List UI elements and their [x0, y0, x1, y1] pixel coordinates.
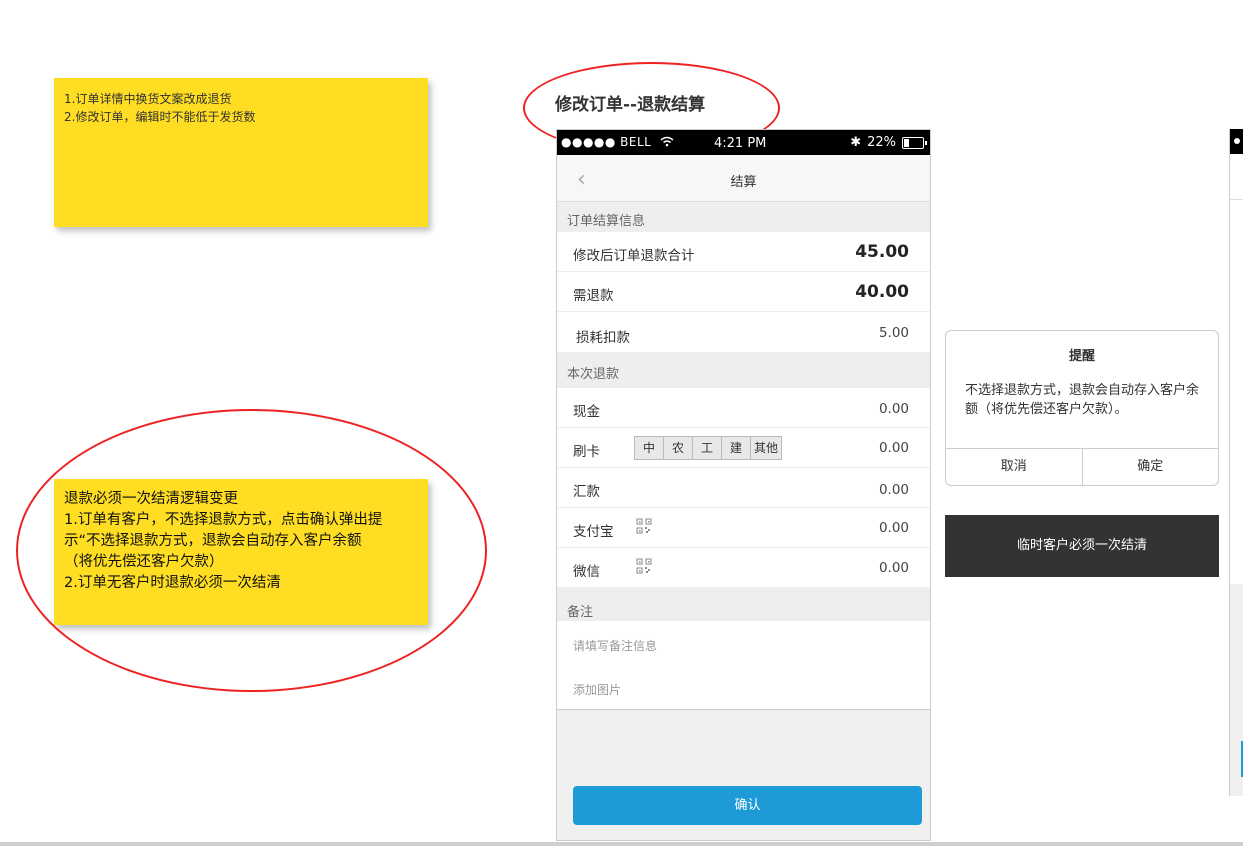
row-label: 刷卡 — [573, 444, 600, 460]
refund-row-transfer[interactable]: 汇款 0.00 — [557, 468, 930, 508]
wifi-icon — [660, 136, 674, 147]
bank-option[interactable]: 建 — [722, 437, 751, 459]
summary-row-total: 修改后订单退款合计 45.00 — [557, 232, 930, 272]
note-line: 2.修改订单，编辑时不能低于发货数 — [64, 110, 256, 124]
bank-option[interactable]: 中 — [635, 437, 664, 459]
cancel-button[interactable]: 取消 — [946, 449, 1083, 485]
edge-dot — [1234, 138, 1240, 144]
dialog-buttons: 取消 确定 — [946, 448, 1218, 485]
refund-amount-input[interactable]: 0.00 — [879, 560, 909, 576]
refund-row-cash[interactable]: 现金 0.00 — [557, 388, 930, 428]
section-label: 备注 — [567, 605, 594, 620]
nav-bar: ‹ 结算 — [557, 155, 930, 202]
row-label: 修改后订单退款合计 — [573, 248, 695, 264]
dialog-title: 提醒 — [1068, 349, 1095, 364]
status-bar: ●●●●● BELL 4:21 PM ✱ 22% — [557, 130, 930, 155]
battery-percent: 22% — [867, 135, 896, 150]
status-time: 4:21 PM — [714, 136, 767, 151]
refund-amount-input[interactable]: 0.00 — [879, 401, 909, 417]
row-label: 损耗扣款 — [576, 330, 630, 346]
bottom-strip — [0, 842, 1243, 846]
row-label: 支付宝 — [573, 524, 614, 540]
refund-row-card[interactable]: 刷卡 中 农 工 建 其他 0.00 — [557, 428, 930, 468]
carrier-signal: ●●●●● BELL — [561, 135, 674, 149]
refund-amount-input[interactable]: 0.00 — [879, 482, 909, 498]
row-label: 微信 — [573, 564, 600, 580]
nav-title: 结算 — [730, 175, 757, 190]
reminder-dialog: 提醒 不选择退款方式，退款会自动存入客户余额（将优先偿还客户欠款）。 取消 确定 — [945, 330, 1219, 486]
summary-row-loss: 损耗扣款 5.00 — [557, 312, 930, 353]
bank-option[interactable]: 农 — [664, 437, 693, 459]
refund-amount-input[interactable]: 0.00 — [879, 520, 909, 536]
annotation-oval-note — [16, 409, 487, 692]
add-image-link[interactable]: 添加图片 — [573, 681, 621, 698]
section-summary: 订单结算信息 — [557, 202, 930, 232]
section-label: 订单结算信息 — [567, 214, 646, 229]
bluetooth-icon: ✱ — [850, 135, 862, 150]
status-right: ✱ 22% — [850, 135, 927, 150]
phone-mockup: ●●●●● BELL 4:21 PM ✱ 22% ‹ 结算 订单结算信息 修改后… — [556, 129, 931, 841]
ok-button[interactable]: 确定 — [1083, 449, 1219, 485]
edge-divider — [1230, 199, 1243, 200]
summary-row-refund-due: 需退款 40.00 — [557, 272, 930, 312]
confirm-button[interactable]: 确认 — [573, 786, 922, 825]
row-value: 5.00 — [878, 325, 909, 341]
row-label: 需退款 — [573, 288, 614, 304]
section-label: 本次退款 — [567, 367, 620, 382]
memo-area: 请填写备注信息 添加图片 — [557, 621, 930, 710]
toast-message: 临时客户必须一次结清 — [945, 515, 1219, 577]
qr-code-icon[interactable] — [636, 518, 652, 534]
dialog-message: 不选择退款方式，退款会自动存入客户余额（将优先偿还客户欠款）。 — [965, 383, 1200, 417]
edge-status-bar — [1230, 129, 1243, 154]
bank-selector: 中 农 工 建 其他 — [634, 436, 782, 460]
note-line: 1.订单详情中换货文案改成退货 — [64, 92, 232, 106]
qr-code-icon[interactable] — [636, 558, 652, 574]
page-title: 修改订单--退款结算 — [555, 95, 706, 115]
bank-option[interactable]: 其他 — [751, 437, 781, 459]
carrier-label: ●●●●● BELL — [561, 135, 652, 149]
bank-option[interactable]: 工 — [693, 437, 722, 459]
refund-amount-input[interactable]: 0.00 — [879, 440, 909, 456]
row-value: 40.00 — [855, 282, 909, 302]
row-value: 45.00 — [855, 242, 909, 262]
battery-icon — [902, 136, 927, 149]
sticky-note-changes: 1.订单详情中换货文案改成退货 2.修改订单，编辑时不能低于发货数 — [54, 78, 428, 227]
row-label: 汇款 — [573, 484, 600, 500]
refund-row-alipay[interactable]: 支付宝 0.00 — [557, 508, 930, 548]
next-screen-edge — [1229, 129, 1243, 796]
row-label: 现金 — [573, 404, 600, 420]
section-refund: 本次退款 — [557, 353, 930, 388]
refund-row-wechat[interactable]: 微信 0.00 — [557, 548, 930, 588]
section-memo: 备注 — [557, 589, 930, 621]
memo-input[interactable]: 请填写备注信息 — [573, 637, 657, 654]
